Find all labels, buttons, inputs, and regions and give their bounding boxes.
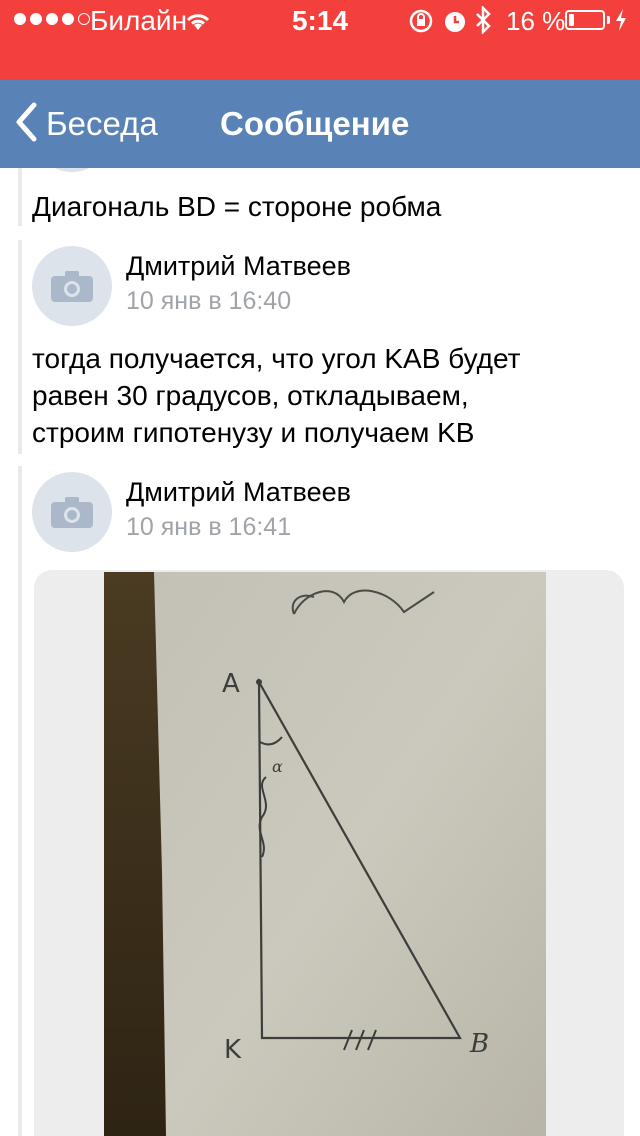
message-author[interactable]: Дмитрий Матвеев [126, 476, 351, 508]
battery-percent: 16 % [506, 6, 566, 36]
page-title: Сообщение [220, 105, 410, 142]
charging-bolt-icon [614, 8, 628, 37]
back-button[interactable]: Беседа [14, 80, 158, 168]
photo-label: A [222, 669, 240, 699]
bluetooth-icon [474, 4, 492, 39]
message-timestamp: 10 янв в 16:41 [126, 513, 292, 541]
battery-icon [565, 10, 605, 30]
photo-label: B [469, 1029, 489, 1059]
message-text-line: равен 30 градусов, откладываем, [32, 380, 469, 411]
camera-icon [51, 497, 93, 528]
avatar[interactable] [32, 246, 112, 326]
message-text-line: тогда получается, что угол KAB будет [32, 343, 521, 374]
message-text-line: строим гипотенузу и получаем KB [32, 417, 475, 448]
avatar[interactable] [32, 472, 112, 552]
navigation-bar: Беседа Сообщение [0, 80, 640, 168]
message-item[interactable]: Дмитрий Матвеев 10 янв в 16:40 тогда пол… [18, 240, 640, 454]
message-text: Диагональ BD = стороне робма [32, 191, 442, 222]
back-label: Беседа [46, 105, 158, 142]
alarm-icon [443, 8, 467, 39]
status-bar: Билайн 5:14 16 % [0, 0, 640, 80]
message-timestamp: 10 янв в 16:40 [126, 287, 292, 315]
svg-text:α: α [272, 757, 283, 776]
chevron-left-icon [14, 102, 38, 147]
battery-tip [607, 16, 610, 24]
rotation-lock-icon [408, 8, 434, 39]
message-item[interactable]: Диагональ BD = стороне робма [18, 168, 640, 226]
photo-label: K [224, 1035, 242, 1065]
photo-attachment[interactable]: α A K B [104, 572, 546, 1136]
message-author[interactable]: Дмитрий Матвеев [126, 250, 351, 282]
camera-icon [51, 271, 93, 302]
